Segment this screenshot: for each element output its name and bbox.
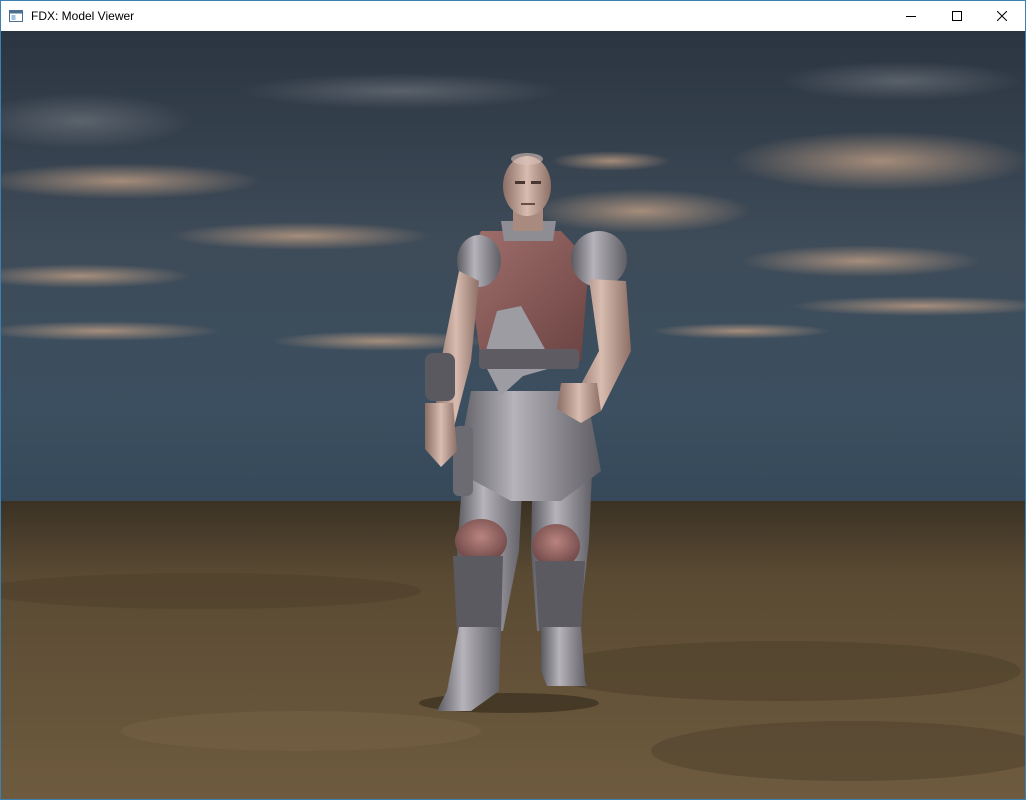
close-button[interactable] — [979, 1, 1025, 31]
window-title: FDX: Model Viewer — [31, 9, 135, 23]
title-bar[interactable]: FDX: Model Viewer — [1, 1, 1025, 31]
scene-render — [1, 31, 1025, 799]
app-window-icon[interactable] — [9, 9, 23, 23]
model-viewer-window: FDX: Model Viewer — [0, 0, 1026, 800]
minimize-button[interactable] — [888, 1, 934, 31]
minimize-icon — [906, 16, 916, 17]
close-icon — [997, 11, 1007, 21]
maximize-icon — [952, 11, 962, 21]
3d-viewport[interactable] — [1, 31, 1025, 799]
maximize-button[interactable] — [934, 1, 980, 31]
